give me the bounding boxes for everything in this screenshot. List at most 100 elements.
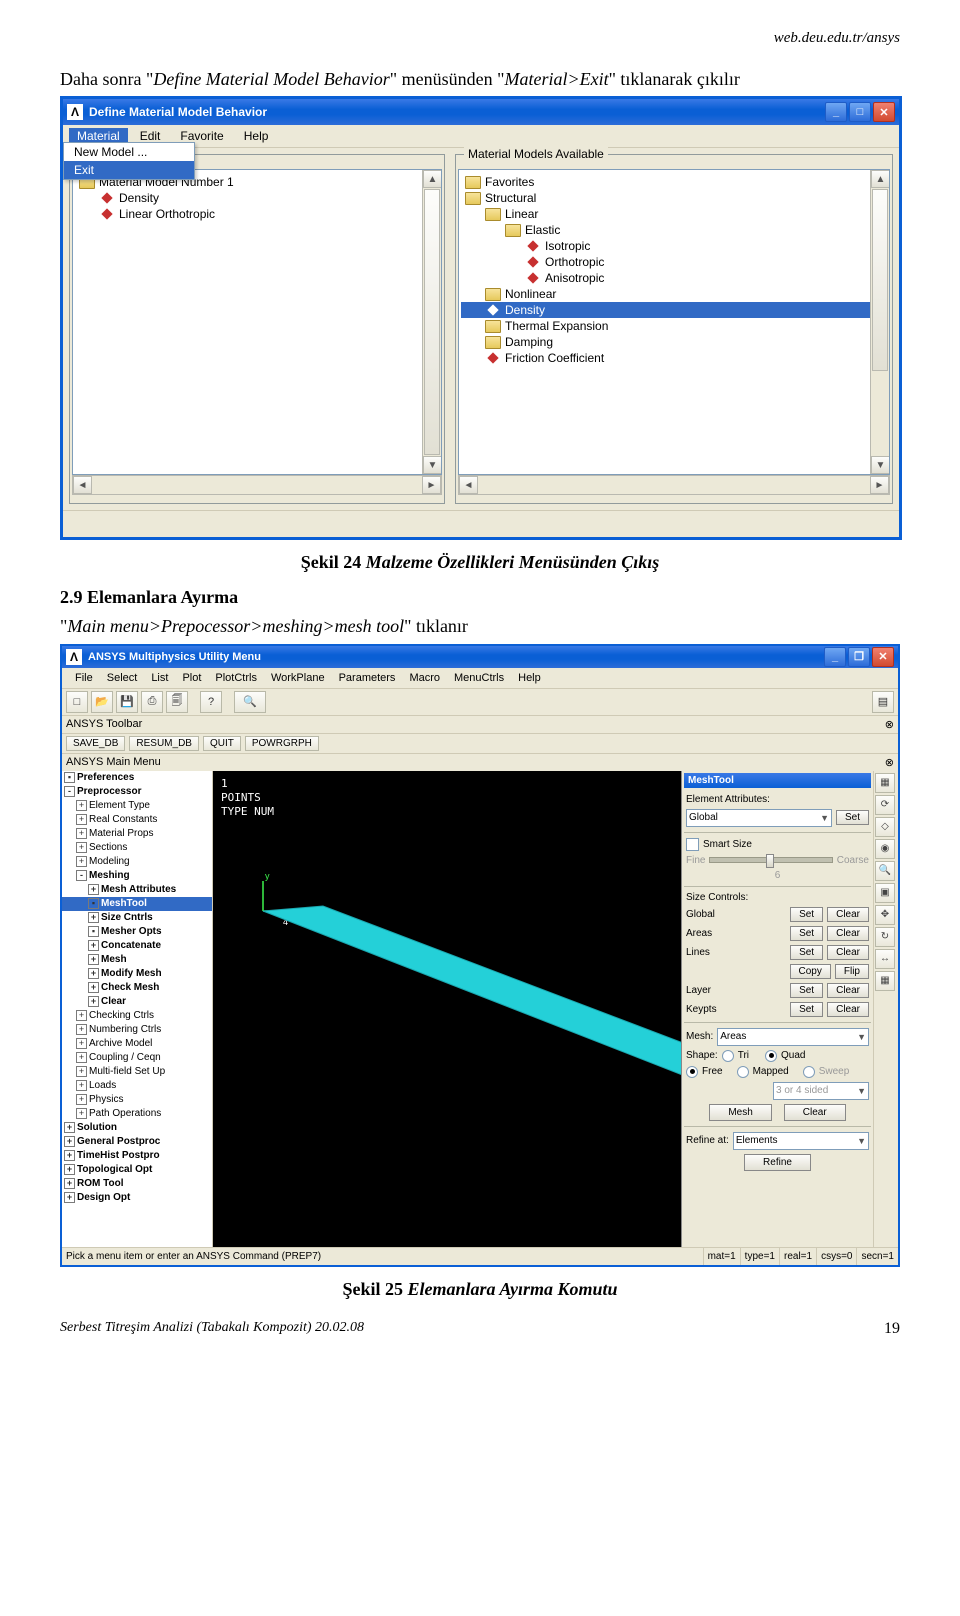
menu-parameters[interactable]: Parameters — [332, 671, 403, 685]
expand-icon[interactable]: + — [88, 884, 99, 895]
tree-modeling[interactable]: +Modeling — [62, 855, 212, 869]
sc-areas-set[interactable]: Set — [790, 926, 823, 941]
tree-element-type[interactable]: +Element Type — [62, 799, 212, 813]
zoom-icon[interactable]: 🔍 — [875, 861, 895, 881]
tree-mesh-attributes[interactable]: +Mesh Attributes — [62, 883, 212, 897]
expand-icon[interactable]: + — [64, 1122, 75, 1133]
sc-flip[interactable]: Flip — [835, 964, 869, 979]
collapse-icon[interactable]: ⊗ — [885, 756, 894, 769]
atb-quit[interactable]: QUIT — [203, 736, 241, 751]
free-radio[interactable] — [686, 1066, 698, 1078]
tree-real-constants[interactable]: +Real Constants — [62, 813, 212, 827]
tree-nonlinear[interactable]: Nonlinear — [461, 286, 887, 302]
close-button[interactable]: ✕ — [873, 102, 895, 122]
expand-icon[interactable]: + — [76, 1108, 87, 1119]
expand-icon[interactable]: + — [64, 1150, 75, 1161]
tree-rom-tool[interactable]: +ROM Tool — [62, 1177, 212, 1191]
refine-button[interactable]: Refine — [744, 1154, 811, 1171]
menu-list[interactable]: List — [144, 671, 175, 685]
mesh-select[interactable]: Areas▼ — [717, 1028, 869, 1046]
help-icon[interactable]: ? — [200, 691, 222, 713]
expand-icon[interactable]: + — [88, 954, 99, 965]
expand-icon[interactable]: + — [88, 940, 99, 951]
tree-favorites[interactable]: Favorites — [461, 174, 887, 190]
tree-preprocessor[interactable]: -Preprocessor — [62, 785, 212, 799]
tilt-icon[interactable]: ↻ — [875, 927, 895, 947]
tree-physics[interactable]: +Physics — [62, 1093, 212, 1107]
smart-size-checkbox[interactable] — [686, 838, 699, 851]
view-icon[interactable]: ◉ — [875, 839, 895, 859]
expand-icon[interactable]: + — [76, 1024, 87, 1035]
sc-layer-set[interactable]: Set — [790, 983, 823, 998]
tree-concatenate[interactable]: +Concatenate — [62, 939, 212, 953]
menu-help[interactable]: Help — [236, 128, 277, 144]
tree-mesher-opts[interactable]: ▪Mesher Opts — [62, 925, 212, 939]
tree-thermal[interactable]: Thermal Expansion — [461, 318, 887, 334]
tree-loads[interactable]: +Loads — [62, 1079, 212, 1093]
menu-select[interactable]: Select — [100, 671, 145, 685]
tree-structural[interactable]: Structural — [461, 190, 887, 206]
scrollbar-v[interactable]: ▲ ▼ — [422, 170, 441, 474]
expand-icon[interactable]: + — [64, 1164, 75, 1175]
tree-general-postproc[interactable]: +General Postproc — [62, 1135, 212, 1149]
expand-icon[interactable]: + — [76, 1094, 87, 1105]
expand-icon[interactable]: ▪ — [64, 772, 75, 783]
expand-icon[interactable]: + — [76, 1052, 87, 1063]
expand-icon[interactable]: - — [64, 786, 75, 797]
expand-icon[interactable]: + — [64, 1178, 75, 1189]
expand-icon[interactable]: + — [76, 1038, 87, 1049]
tree-friction[interactable]: Friction Coefficient — [461, 350, 887, 366]
scroll-down-icon[interactable]: ▼ — [871, 456, 890, 474]
scroll-thumb[interactable] — [872, 189, 888, 371]
sc-layer-clear[interactable]: Clear — [827, 983, 869, 998]
tree-archive-model[interactable]: +Archive Model — [62, 1037, 212, 1051]
fit-icon[interactable]: ▣ — [875, 883, 895, 903]
scroll-up-icon[interactable]: ▲ — [871, 170, 890, 188]
save-icon[interactable]: 💾 — [116, 691, 138, 713]
expand-icon[interactable]: + — [88, 968, 99, 979]
sc-keypts-clear[interactable]: Clear — [827, 1002, 869, 1017]
expand-icon[interactable]: ▪ — [88, 926, 99, 937]
expand-icon[interactable]: ▪ — [88, 898, 99, 909]
tree-check-mesh[interactable]: +Check Mesh — [62, 981, 212, 995]
tree-density[interactable]: Density — [75, 190, 439, 206]
expand-icon[interactable]: + — [64, 1136, 75, 1147]
restore-button[interactable]: ❐ — [848, 647, 870, 667]
tree-clear[interactable]: +Clear — [62, 995, 212, 1009]
scroll-left-icon[interactable]: ◄ — [459, 476, 478, 494]
expand-icon[interactable]: + — [76, 856, 87, 867]
tree-numbering-ctrls[interactable]: +Numbering Ctrls — [62, 1023, 212, 1037]
scroll-thumb[interactable] — [424, 189, 440, 455]
menu-workplane[interactable]: WorkPlane — [264, 671, 332, 685]
tree-timehist-postpro[interactable]: +TimeHist Postpro — [62, 1149, 212, 1163]
tree-checking-ctrls[interactable]: +Checking Ctrls — [62, 1009, 212, 1023]
sc-keypts-set[interactable]: Set — [790, 1002, 823, 1017]
shape-quad-radio[interactable] — [765, 1050, 777, 1062]
iso-icon[interactable]: ◇ — [875, 817, 895, 837]
menu-macro[interactable]: Macro — [402, 671, 447, 685]
cmd-prompt[interactable]: Pick a menu item or enter an ANSYS Comma… — [62, 1248, 703, 1265]
expand-icon[interactable]: + — [88, 982, 99, 993]
expand-icon[interactable]: - — [76, 870, 87, 881]
expand-icon[interactable]: + — [88, 912, 99, 923]
scrollbar-h[interactable]: ◄ ► — [72, 475, 442, 495]
atb-save_db[interactable]: SAVE_DB — [66, 736, 125, 751]
mesh-clear-button[interactable]: Clear — [784, 1104, 846, 1121]
rot-icon[interactable]: ⟳ — [875, 795, 895, 815]
tree-design-opt[interactable]: +Design Opt — [62, 1191, 212, 1205]
tree-multi-field-set-up[interactable]: +Multi-field Set Up — [62, 1065, 212, 1079]
tree-modify-mesh[interactable]: +Modify Mesh — [62, 967, 212, 981]
tree-coupling-ceqn[interactable]: +Coupling / Ceqn — [62, 1051, 212, 1065]
pan-icon[interactable]: ✥ — [875, 905, 895, 925]
expand-icon[interactable]: + — [76, 814, 87, 825]
scroll-left-icon[interactable]: ◄ — [73, 476, 92, 494]
elem-attr-select[interactable]: Global▼ — [686, 809, 832, 827]
shape-tri-radio[interactable] — [722, 1050, 734, 1062]
tree-elastic[interactable]: Elastic — [461, 222, 887, 238]
scrollbar-v[interactable]: ▲ ▼ — [870, 170, 889, 474]
scroll-up-icon[interactable]: ▲ — [423, 170, 442, 188]
scrollbar-h[interactable]: ◄ ► — [458, 475, 890, 495]
tree-solution[interactable]: +Solution — [62, 1121, 212, 1135]
tree-mesh[interactable]: +Mesh — [62, 953, 212, 967]
atb-powrgrph[interactable]: POWRGRPH — [245, 736, 319, 751]
